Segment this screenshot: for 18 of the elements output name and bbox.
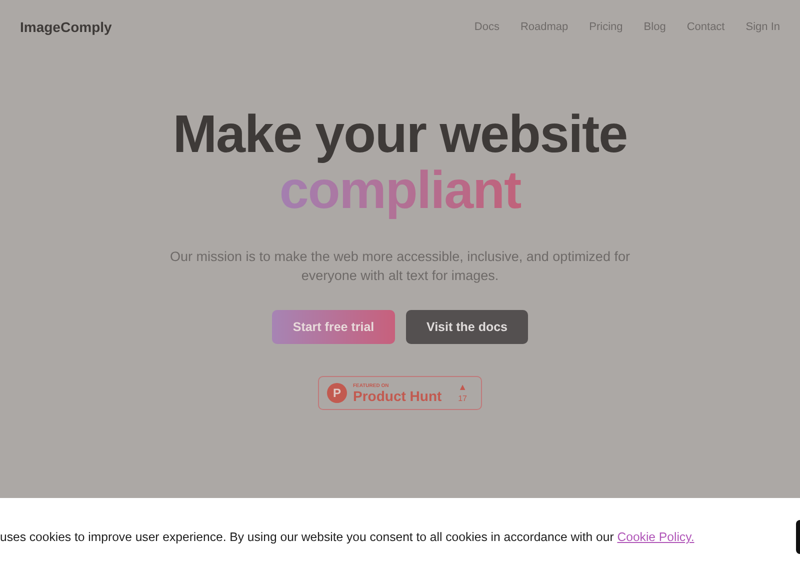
product-hunt-icon: P (327, 383, 347, 403)
hero-subtitle: Our mission is to make the web more accessible, inclusive, and optimized for everyone with alt text for images. (170, 248, 630, 285)
nav-link[interactable]: Pricing (589, 21, 623, 33)
hero-title: Make your website (172, 107, 628, 163)
cookie-text: uses cookies to improve user experience. By using our website you consent to all cookies in accordance with our Cookie Policy. (0, 530, 694, 544)
nav-link[interactable]: Sign In (746, 21, 780, 33)
start-trial-button[interactable]: Start free trial (272, 310, 395, 344)
cookie-policy-link[interactable]: Cookie Policy. (617, 530, 694, 544)
nav-link[interactable]: Blog (644, 21, 666, 33)
nav-link[interactable]: Roadmap (520, 21, 568, 33)
accept-button[interactable] (796, 520, 800, 554)
nav-link[interactable]: Docs (474, 21, 500, 33)
nav-link[interactable]: Contact (686, 21, 725, 33)
vote-count: 17 (458, 393, 467, 404)
logo[interactable]: ImageComply (20, 19, 112, 35)
badge-name: Product Hunt (353, 388, 443, 404)
docs-button[interactable]: Visit the docs (406, 310, 528, 344)
upvote-icon: ▲ (458, 382, 467, 393)
